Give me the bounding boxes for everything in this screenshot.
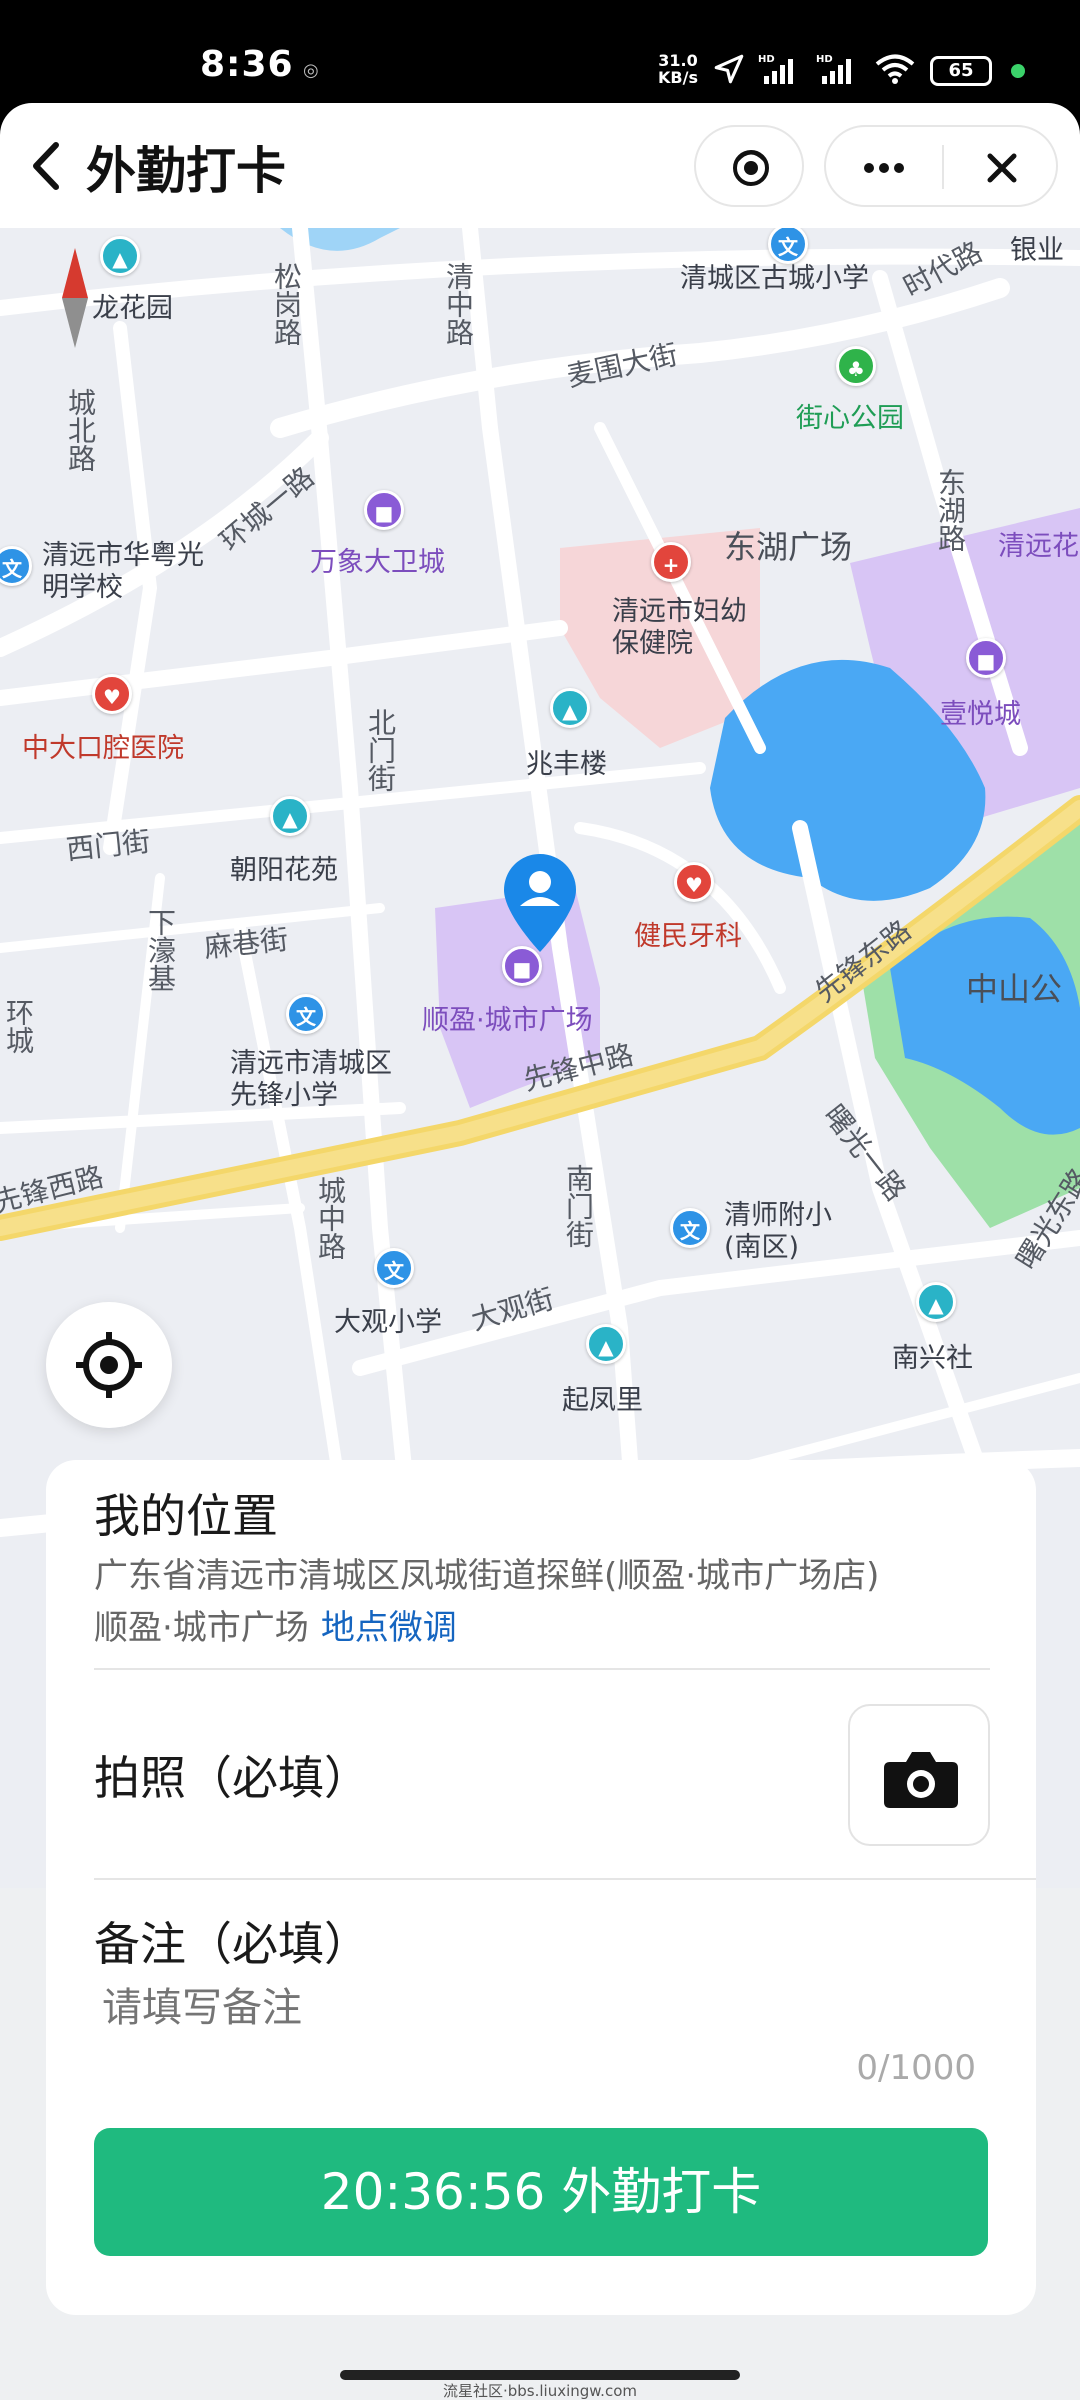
map-label: 城北路 — [64, 388, 97, 472]
home-indicator[interactable] — [340, 2370, 740, 2380]
back-arrow-icon — [33, 142, 59, 190]
poi-pin[interactable]: 文 — [670, 1208, 710, 1248]
map-label: 健民牙科 — [634, 921, 742, 952]
poi-pin[interactable]: ♥ — [92, 674, 132, 714]
map-label: 清中路 — [442, 262, 475, 346]
map-label: 兆丰楼 — [526, 749, 607, 780]
note-label: 备注（必填） — [94, 1917, 370, 1971]
map-label: 壹悦城 — [940, 699, 1021, 730]
map-label: 城中路 — [314, 1176, 347, 1260]
poi-pin[interactable]: ■ — [364, 490, 404, 530]
map-label: 松岗路 — [270, 262, 303, 346]
privacy-indicator-dot — [1011, 64, 1025, 78]
map-label: 龙花园 — [92, 293, 173, 324]
map-label: 清师附小(南区) — [724, 1200, 832, 1263]
map-label: 中山公 — [966, 970, 1063, 1008]
nav-header: 外勤打卡 — [0, 103, 1080, 228]
location-address: 广东省清远市清城区凤城街道探鲜(顺盈·城市广场店) 顺盈·城市广场 地点微调 — [94, 1550, 1024, 1654]
poi-pin[interactable]: ♥ — [674, 862, 714, 902]
poi-pin[interactable]: + — [651, 542, 691, 582]
poi-pin[interactable]: 文 — [374, 1248, 414, 1288]
target-icon — [733, 150, 769, 186]
back-button[interactable] — [20, 131, 80, 201]
map-label: 清城区古城小学 — [680, 263, 869, 294]
divider — [94, 1878, 1036, 1880]
map-label: 清远市华粤光明学校 — [42, 540, 204, 603]
take-photo-button[interactable] — [848, 1704, 990, 1846]
signal-icon: HD — [758, 54, 793, 84]
photo-label: 拍照（必填） — [94, 1751, 370, 1805]
battery-icon: 65 — [930, 56, 992, 86]
map-label: 大观小学 — [334, 1307, 442, 1338]
close-button[interactable] — [944, 127, 1060, 209]
divider — [94, 1668, 990, 1670]
map-label: 东湖路 — [934, 468, 967, 552]
notification-dot-icon: ◎ — [303, 60, 319, 81]
map-label: 清远市妇幼保健院 — [612, 596, 747, 659]
map-label: 街心公园 — [796, 403, 904, 434]
poi-pin[interactable]: ▲ — [270, 796, 310, 836]
map-label: 中大口腔医院 — [22, 733, 184, 764]
map-label: 下濠基 — [144, 908, 177, 992]
map-label: 清远花 — [998, 531, 1079, 562]
more-button[interactable] — [826, 127, 942, 209]
note-input[interactable] — [102, 1985, 982, 2031]
address-text: 广东省清远市清城区凤城街道探鲜(顺盈·城市广场店) — [94, 1556, 880, 1596]
watermark: 流星社区·bbs.liuxingw.com — [442, 2382, 637, 2400]
capsule-menu — [824, 125, 1058, 207]
place-name: 顺盈·城市广场 — [94, 1608, 309, 1648]
location-arrow-icon — [714, 54, 744, 84]
checkin-card: 我的位置 广东省清远市清城区凤城街道探鲜(顺盈·城市广场店) 顺盈·城市广场 地点… — [46, 1460, 1036, 2315]
svg-text:HD: HD — [816, 54, 833, 65]
map-label: 北门街 — [364, 708, 397, 792]
locate-me-button[interactable] — [46, 1302, 172, 1428]
map-label: 南门街 — [562, 1164, 595, 1248]
map-label: 万象大卫城 — [310, 547, 445, 578]
checkin-submit-button[interactable]: 20:36:56 外勤打卡 — [94, 2128, 988, 2256]
camera-icon — [884, 1752, 958, 1808]
map-label: 清远市清城区先锋小学 — [230, 1048, 392, 1111]
poi-pin[interactable]: ■ — [966, 638, 1006, 678]
status-bar: 8:36 ◎ 31.0 KB/s HD HD 65 — [0, 0, 1080, 110]
poi-pin[interactable]: ♣ — [836, 346, 876, 386]
map-label: 顺盈·城市广场 — [422, 1005, 593, 1036]
note-char-counter: 0/1000 — [856, 2048, 976, 2088]
svg-text:HD: HD — [758, 54, 775, 65]
status-icons: HD HD — [712, 52, 916, 86]
poi-pin[interactable]: ▲ — [100, 236, 140, 276]
mini-program-scan-button[interactable] — [694, 125, 804, 207]
poi-pin[interactable]: ▲ — [916, 1282, 956, 1322]
current-location-marker-icon — [504, 854, 576, 952]
more-dots-icon — [864, 163, 904, 173]
close-icon — [987, 153, 1017, 183]
adjust-location-link[interactable]: 地点微调 — [321, 1608, 457, 1648]
map-label: 起凤里 — [562, 1385, 643, 1416]
status-time: 8:36 — [200, 44, 294, 85]
crosshair-icon — [76, 1332, 142, 1398]
wifi-icon — [875, 54, 915, 84]
page-title: 外勤打卡 — [86, 142, 286, 200]
signal-icon-2: HD — [816, 54, 851, 84]
map-label: 环城 — [2, 998, 35, 1054]
map-label: 东湖广场 — [724, 528, 853, 566]
map-label: 银业 — [1010, 235, 1064, 266]
my-location-title: 我的位置 — [94, 1489, 278, 1543]
map-label: 朝阳花苑 — [230, 855, 338, 886]
network-speed: 31.0 KB/s — [658, 52, 698, 86]
network-speed-value: 31.0 — [658, 51, 698, 70]
map-label: 南兴社 — [892, 1343, 973, 1374]
poi-pin[interactable]: ▲ — [586, 1324, 626, 1364]
poi-pin[interactable]: ▲ — [550, 688, 590, 728]
poi-pin[interactable]: 文 — [286, 994, 326, 1034]
place-line: 顺盈·城市广场 地点微调 — [94, 1602, 1024, 1654]
network-speed-unit: KB/s — [658, 68, 698, 87]
